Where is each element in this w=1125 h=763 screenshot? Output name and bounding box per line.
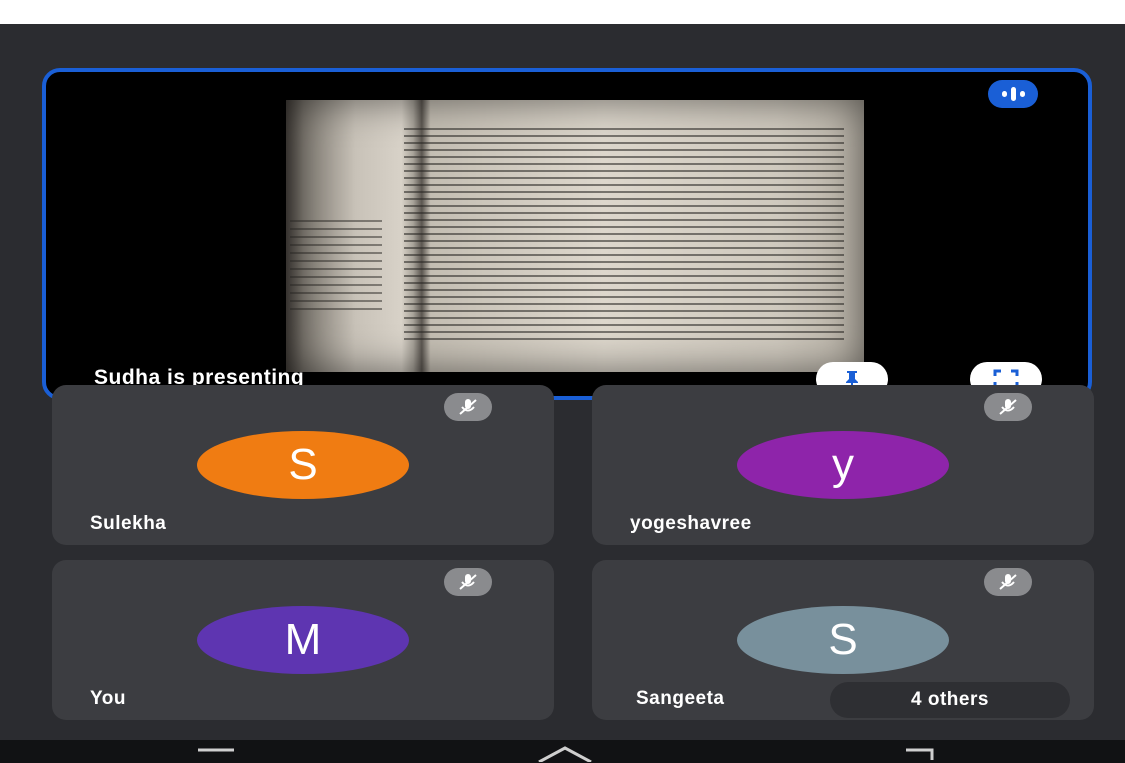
participant-tile[interactable]: S Sangeeta 4 others: [592, 560, 1094, 720]
mic-off-icon: [459, 574, 477, 590]
menu-icon[interactable]: [196, 746, 236, 760]
home-icon[interactable]: [535, 746, 595, 762]
back-icon[interactable]: [900, 746, 940, 760]
participant-tile[interactable]: y yogeshavree: [592, 385, 1094, 545]
avatar: y: [737, 431, 949, 499]
meeting-screen: Sudha is presenting S Sulekha y yogeshav…: [0, 24, 1125, 740]
avatar: S: [737, 606, 949, 674]
presenter-tile[interactable]: Sudha is presenting: [42, 68, 1092, 400]
document-right-page-text: [404, 128, 844, 340]
status-bar: [0, 0, 1125, 24]
mic-off-icon: [999, 399, 1017, 415]
mic-off-badge: [444, 393, 492, 421]
avatar: S: [197, 431, 409, 499]
mic-off-icon: [999, 574, 1017, 590]
participant-name: Sangeeta: [636, 688, 725, 709]
participant-name: You: [90, 688, 126, 709]
participant-name: yogeshavree: [630, 513, 752, 534]
mic-off-badge: [984, 393, 1032, 421]
shared-screen-document: [286, 100, 864, 372]
system-nav-bar: [0, 740, 1125, 763]
participant-name: Sulekha: [90, 513, 167, 534]
avatar: M: [197, 606, 409, 674]
mic-off-badge: [984, 568, 1032, 596]
participant-tile[interactable]: S Sulekha: [52, 385, 554, 545]
others-chip[interactable]: 4 others: [830, 682, 1070, 718]
mic-off-badge: [444, 568, 492, 596]
mic-off-icon: [459, 399, 477, 415]
participant-tile[interactable]: M You: [52, 560, 554, 720]
document-left-page-text: [290, 220, 382, 310]
audio-level-icon: [988, 80, 1038, 108]
